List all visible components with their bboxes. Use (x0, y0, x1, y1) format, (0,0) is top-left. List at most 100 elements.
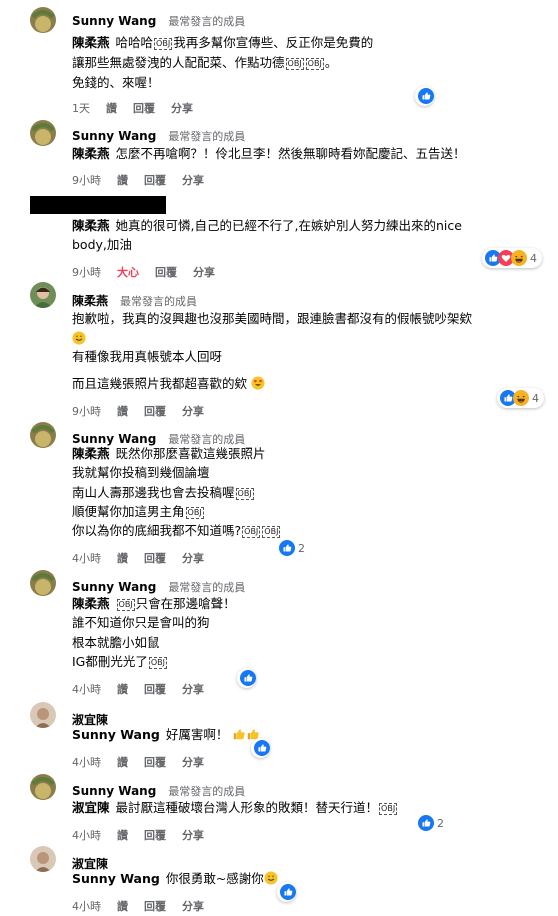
avatar[interactable] (30, 846, 56, 872)
like-icon (418, 88, 434, 104)
mention-tag[interactable]: 陳柔燕 (72, 218, 110, 233)
redacted-avatar-name (30, 196, 166, 214)
like-link[interactable]: 讚 (117, 683, 128, 696)
like-link[interactable]: 讚 (117, 405, 128, 418)
comment-text-line (72, 331, 86, 347)
comment-actions: 4小時 讚 回覆 分享 (72, 827, 220, 843)
comment-actions: 9小時 讚 回覆 分享 (72, 172, 220, 188)
reaction-summary[interactable] (237, 668, 256, 688)
author-name[interactable]: 陳柔燕 (72, 294, 108, 308)
reaction-count: 4 (530, 251, 537, 265)
like-link[interactable]: 讚 (117, 756, 128, 769)
reply-link[interactable]: 回覆 (133, 102, 155, 115)
author-name[interactable]: 淑宜陳 (72, 713, 108, 727)
share-link[interactable]: 分享 (182, 900, 204, 913)
reaction-count: 2 (437, 816, 444, 830)
comment-4: 陳柔燕 最常發言的成員 抱歉啦，我真的沒興趣也沒那美國時間，跟連臉書都沒有的假帳號… (0, 280, 558, 420)
comment-text-line: 抱歉啦，我真的沒興趣也沒那美國時間，跟連臉書都沒有的假帳號吵架欸 (72, 311, 473, 326)
member-badge: 最常發言的成員 (168, 15, 246, 28)
reaction-summary[interactable]: 2 (276, 538, 310, 558)
share-link[interactable]: 分享 (182, 174, 204, 187)
comment-actions: 1天 讚 回覆 分享 (72, 100, 209, 116)
obscured-char: OBJ (242, 526, 261, 538)
author-name[interactable]: Sunny Wang (72, 14, 156, 28)
reply-link[interactable]: 回覆 (144, 829, 166, 842)
like-icon (254, 740, 270, 756)
author-name[interactable]: Sunny Wang (72, 784, 156, 798)
like-link[interactable]: 讚 (117, 174, 128, 187)
reaction-summary[interactable]: 4 (482, 248, 542, 268)
share-link[interactable]: 分享 (182, 552, 204, 565)
share-link[interactable]: 分享 (193, 266, 215, 279)
timestamp[interactable]: 4小時 (72, 683, 101, 696)
comment-1: Sunny Wang 最常發言的成員 陳柔燕 哈哈哈 OBJ 我再多幫你宣傳些、反正你是… (0, 0, 558, 125)
love-link[interactable]: 大心 (117, 266, 139, 279)
reply-link[interactable]: 回覆 (144, 756, 166, 769)
member-badge: 最常發言的成員 (168, 581, 246, 594)
avatar[interactable] (30, 570, 56, 596)
member-badge: 最常發言的成員 (168, 433, 246, 446)
reply-link[interactable]: 回覆 (155, 266, 177, 279)
author-name[interactable]: Sunny Wang (72, 580, 156, 594)
comment-text-line: IG都刪光光了 OBJ (72, 654, 168, 669)
mention-tag[interactable]: Sunny Wang (72, 727, 160, 742)
like-link[interactable]: 讚 (117, 552, 128, 565)
avatar[interactable] (30, 422, 56, 448)
timestamp[interactable]: 4小時 (72, 756, 101, 769)
mention-tag[interactable]: 淑宜陳 (72, 800, 110, 815)
reaction-summary[interactable]: 2 (415, 813, 449, 833)
author-name[interactable]: Sunny Wang (72, 432, 156, 446)
mention-tag[interactable]: 陳柔燕 (72, 596, 110, 611)
like-link[interactable]: 讚 (117, 829, 128, 842)
timestamp[interactable]: 4小時 (72, 552, 101, 565)
reaction-summary[interactable]: 4 (497, 388, 544, 408)
comment-actions: 9小時 讚 回覆 分享 (72, 403, 220, 419)
avatar[interactable] (30, 774, 56, 800)
obscured-char: OBJ (305, 58, 324, 70)
timestamp[interactable]: 9小時 (72, 405, 101, 418)
share-link[interactable]: 分享 (182, 829, 204, 842)
reaction-summary[interactable] (277, 882, 296, 902)
comment-text-line: 陳柔燕 OBJ 只會在那邊嗆聲！ (72, 596, 236, 611)
obscured-char: OBJ (235, 488, 254, 500)
reply-link[interactable]: 回覆 (144, 552, 166, 565)
timestamp[interactable]: 4小時 (72, 829, 101, 842)
like-link[interactable]: 讚 (117, 900, 128, 913)
author-name[interactable]: 淑宜陳 (72, 857, 108, 871)
comment-text-line: 陳柔燕 既然你那麼喜歡這幾張照片 (72, 446, 266, 461)
obscured-char: OBJ (185, 507, 204, 519)
share-link[interactable]: 分享 (171, 102, 193, 115)
share-link[interactable]: 分享 (182, 756, 204, 769)
comment-text-line: 免錢的、來喔！ (72, 75, 160, 90)
avatar[interactable] (30, 282, 56, 308)
comment-text-line: 你以為你的底細我都不知道嗎? OBJ OBJ (72, 523, 281, 538)
share-link[interactable]: 分享 (182, 405, 204, 418)
obscured-char: OBJ (262, 526, 281, 538)
author-name[interactable]: Sunny Wang (72, 129, 156, 143)
comment-text-line: 我就幫你投稿到幾個論壇 (72, 465, 210, 480)
avatar[interactable] (30, 120, 56, 146)
mention-tag[interactable]: 陳柔燕 (72, 446, 110, 461)
comment-6: Sunny Wang 最常發言的成員 陳柔燕 OBJ 只會在那邊嗆聲！ 誰不知道你只是… (0, 568, 558, 698)
like-link[interactable]: 讚 (106, 102, 117, 115)
obscured-char: OBJ (154, 38, 173, 50)
share-link[interactable]: 分享 (182, 683, 204, 696)
timestamp[interactable]: 1天 (72, 102, 90, 115)
avatar[interactable] (30, 702, 56, 728)
timestamp[interactable]: 9小時 (72, 174, 101, 187)
comment-actions: 4小時 讚 回覆 分享 (72, 898, 220, 914)
reaction-summary[interactable] (251, 738, 270, 758)
reaction-summary[interactable] (415, 86, 434, 106)
mention-tag[interactable]: 陳柔燕 (72, 146, 110, 161)
comment-text-line: 讓那些無處發洩的人配配菜、作點功德 OBJ OBJ。 (72, 55, 338, 70)
reply-link[interactable]: 回覆 (144, 900, 166, 913)
reply-link[interactable]: 回覆 (144, 174, 166, 187)
mention-tag[interactable]: Sunny Wang (72, 871, 160, 886)
timestamp[interactable]: 9小時 (72, 266, 101, 279)
timestamp[interactable]: 4小時 (72, 900, 101, 913)
reply-link[interactable]: 回覆 (144, 683, 166, 696)
avatar[interactable] (30, 7, 56, 33)
mention-tag[interactable]: 陳柔燕 (72, 35, 110, 50)
comment-text-line: 陳柔燕 哈哈哈 OBJ 我再多幫你宣傳些、反正你是免費的 (72, 35, 374, 50)
reply-link[interactable]: 回覆 (144, 405, 166, 418)
